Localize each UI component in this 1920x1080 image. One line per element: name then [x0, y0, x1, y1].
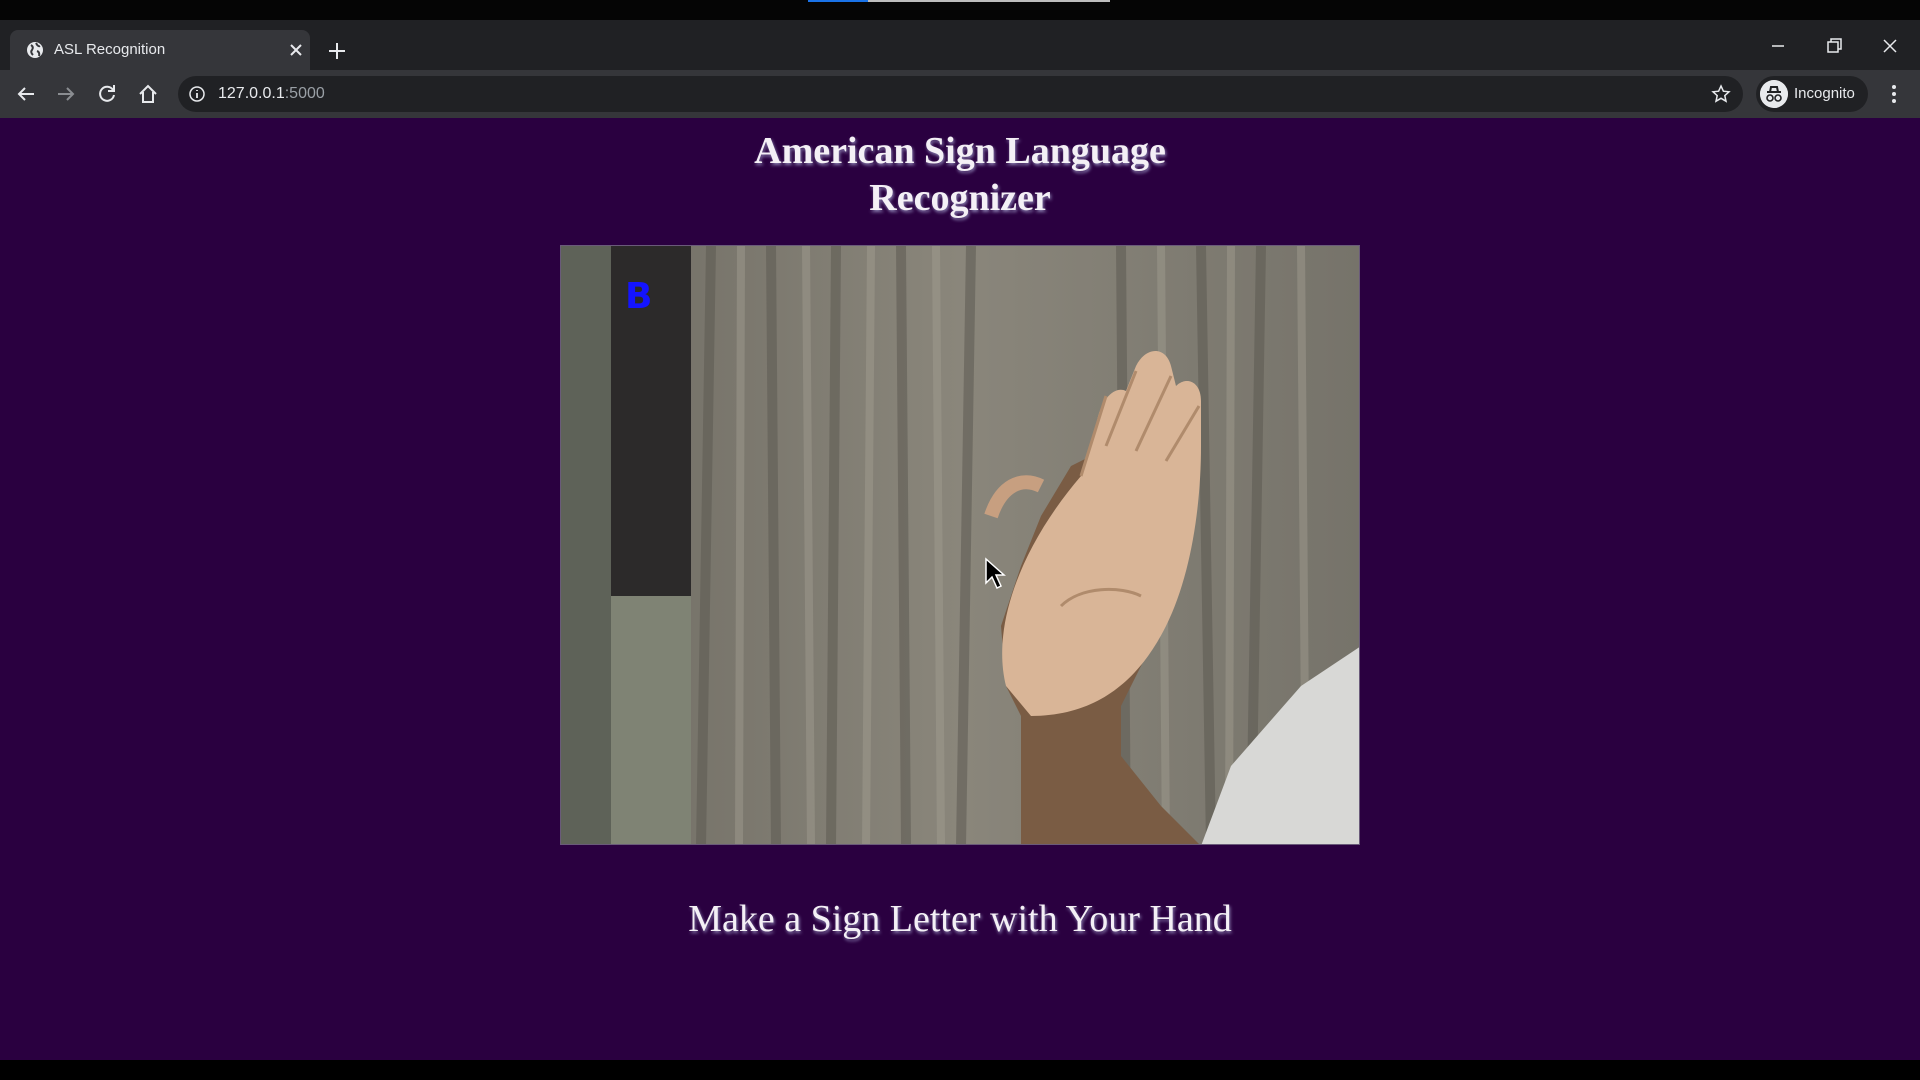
- bookmark-star-icon[interactable]: [1711, 84, 1731, 104]
- incognito-profile-button[interactable]: Incognito: [1756, 76, 1868, 112]
- loading-indicator: [808, 0, 868, 2]
- browser-toolbar: 127.0.0.1:5000 Incognito: [0, 70, 1920, 118]
- globe-icon: [27, 42, 43, 58]
- incognito-icon: [1760, 80, 1788, 108]
- restore-icon[interactable]: [1822, 34, 1846, 58]
- webcam-video-feed: B: [560, 245, 1360, 845]
- back-icon[interactable]: [14, 82, 38, 106]
- mouse-cursor-icon: [985, 557, 1006, 590]
- close-tab-icon[interactable]: [286, 40, 306, 60]
- new-tab-icon[interactable]: [324, 38, 350, 64]
- page-content: American Sign Language Recognizer B Make…: [0, 118, 1920, 1060]
- predicted-letter-overlay: B: [625, 276, 653, 317]
- loading-track: [868, 0, 1110, 2]
- page-title-line2: Recognizer: [869, 177, 1051, 219]
- reload-icon[interactable]: [95, 82, 119, 106]
- site-info-icon[interactable]: [188, 85, 206, 103]
- page-title: American Sign Language Recognizer: [660, 128, 1260, 222]
- url-text[interactable]: 127.0.0.1:5000: [218, 85, 325, 103]
- address-bar[interactable]: 127.0.0.1:5000: [178, 76, 1743, 112]
- close-window-icon[interactable]: [1878, 34, 1902, 58]
- webcam-frame-image: [561, 246, 1359, 844]
- instruction-text: Make a Sign Letter with Your Hand: [688, 898, 1232, 940]
- page-title-line1: American Sign Language: [754, 130, 1166, 172]
- url-host: 127.0.0.1: [218, 85, 285, 102]
- forward-icon[interactable]: [54, 82, 78, 106]
- url-port: :5000: [284, 85, 325, 102]
- tab-asl-recognition[interactable]: ASL Recognition: [10, 30, 310, 70]
- home-icon[interactable]: [136, 82, 160, 106]
- incognito-label: Incognito: [1794, 85, 1855, 102]
- tab-strip: ASL Recognition: [0, 20, 1920, 70]
- menu-kebab-icon[interactable]: [1882, 82, 1906, 106]
- minimize-icon[interactable]: [1766, 34, 1790, 58]
- window-bottom-strip: [0, 1060, 1920, 1080]
- tab-title: ASL Recognition: [54, 41, 166, 58]
- window-top-strip: [0, 0, 1920, 20]
